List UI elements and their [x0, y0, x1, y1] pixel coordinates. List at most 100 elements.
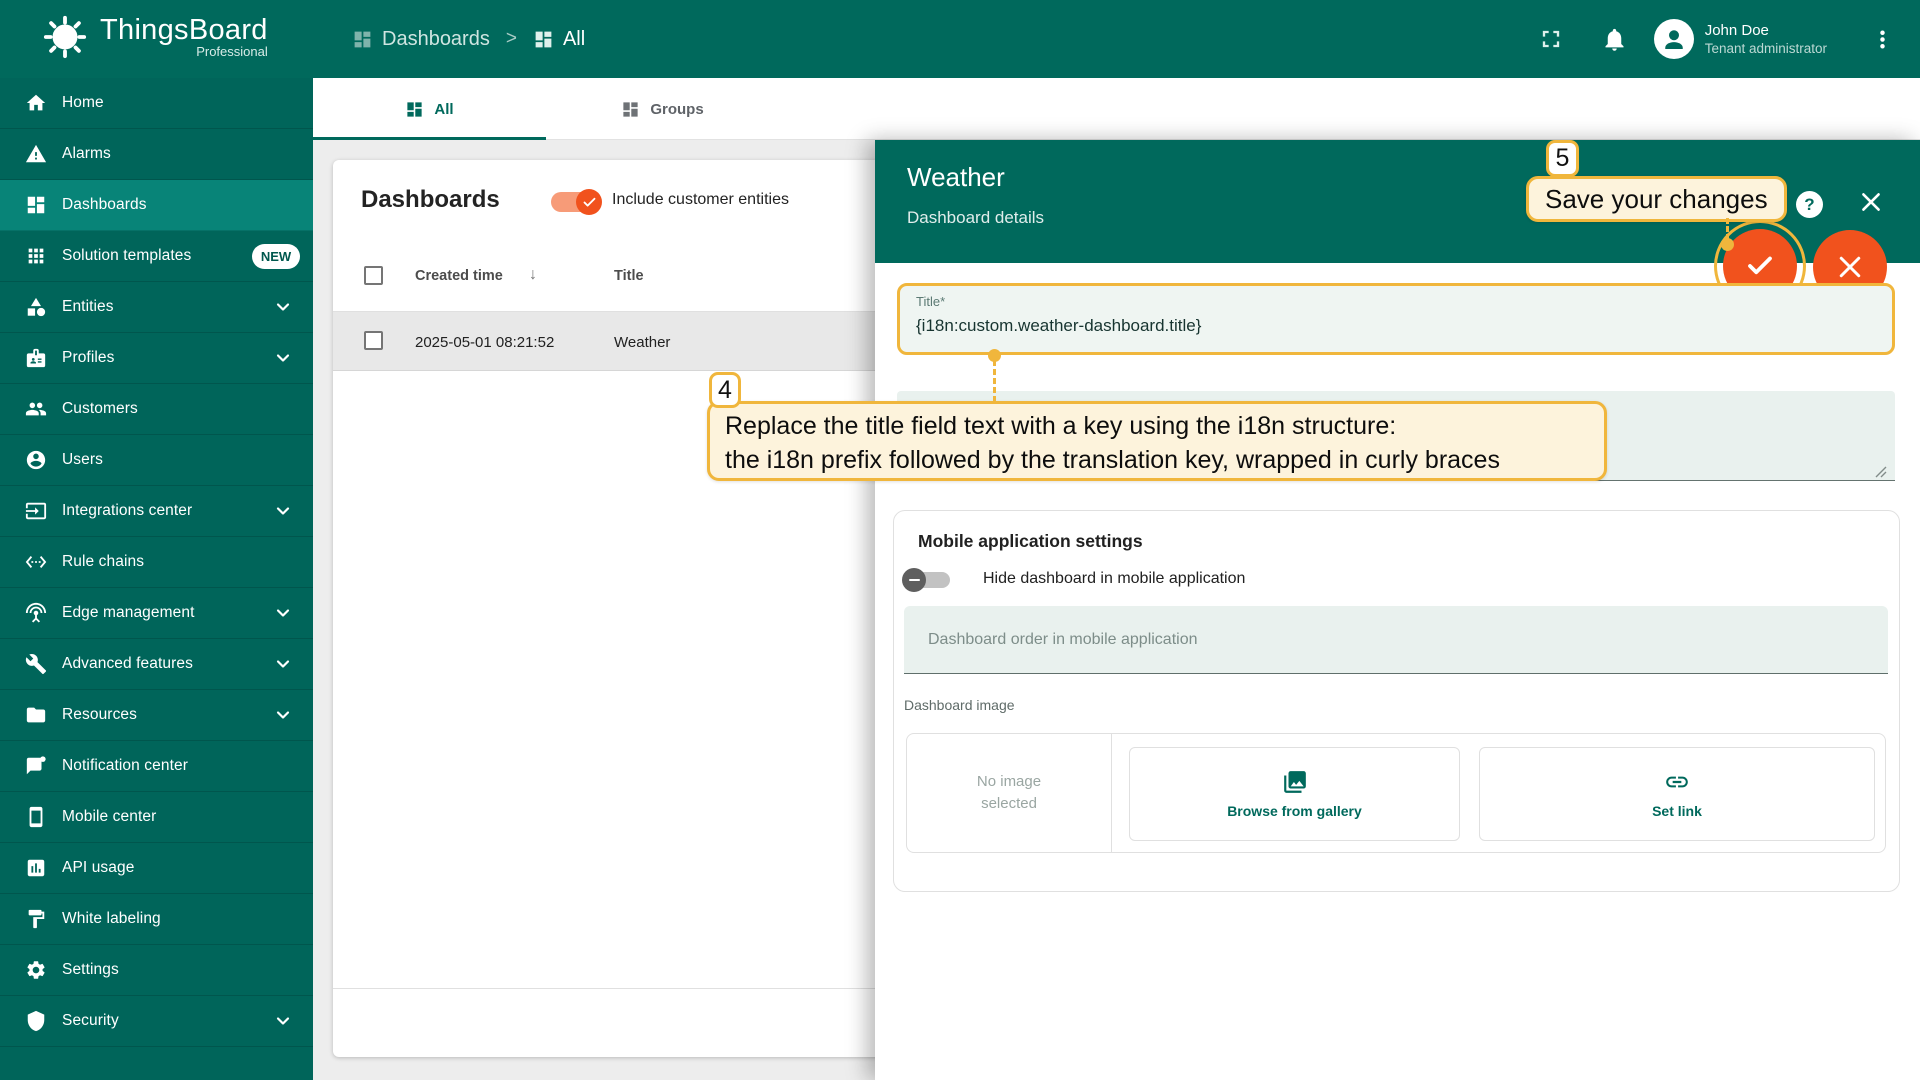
tab-groups[interactable]: Groups	[546, 78, 779, 140]
sidebar-item-label: Resources	[62, 706, 137, 724]
close-icon[interactable]	[1858, 189, 1884, 215]
sidebar: Home Alarms Dashboards Solution template…	[0, 78, 313, 1080]
include-toggle-label: Include customer entities	[612, 191, 789, 209]
shield-icon	[25, 1010, 47, 1032]
warning-icon	[25, 143, 47, 165]
sidebar-item-label: Notification center	[62, 757, 188, 775]
sidebar-item-label: Customers	[62, 400, 138, 418]
sidebar-item-label: Alarms	[62, 145, 111, 163]
chevron-down-icon	[273, 705, 293, 725]
dashboard-details-drawer: Weather Dashboard details ? Title* Mobil…	[875, 140, 1920, 1080]
sort-desc-arrow-icon[interactable]: ↓	[529, 266, 537, 284]
sidebar-item-label: API usage	[62, 859, 134, 877]
app-header: ThingsBoard Professional Dashboards > Al…	[0, 0, 1920, 78]
tab-all[interactable]: All	[313, 78, 546, 140]
step-5-connector-line	[1726, 218, 1729, 240]
sidebar-item-entities[interactable]: Entities	[0, 282, 313, 333]
shapes-icon	[25, 296, 47, 318]
dashboard-image-picker: No image selected Browse from gallery Se…	[906, 733, 1886, 853]
browse-from-gallery-button[interactable]: Browse from gallery	[1129, 747, 1460, 841]
active-tab-underline	[313, 137, 546, 140]
sidebar-item-api-usage[interactable]: API usage	[0, 843, 313, 894]
sidebar-item-security[interactable]: Security	[0, 996, 313, 1047]
breadcrumb-dashboards[interactable]: Dashboards	[352, 28, 490, 51]
sidebar-item-label: Advanced features	[62, 655, 193, 673]
smartphone-icon	[25, 806, 47, 828]
fullscreen-icon[interactable]	[1537, 25, 1565, 53]
sidebar-item-notification-center[interactable]: Notification center	[0, 741, 313, 792]
step-4-connector-line	[993, 360, 996, 402]
sidebar-item-profiles[interactable]: Profiles	[0, 333, 313, 384]
notifications-bell-icon[interactable]	[1601, 26, 1628, 53]
chevron-down-icon	[273, 603, 293, 623]
title-field: Title*	[897, 283, 1895, 355]
cell-title: Weather	[614, 334, 670, 351]
folder-icon	[25, 704, 47, 726]
dashboard-icon	[352, 29, 373, 50]
sidebar-item-settings[interactable]: Settings	[0, 945, 313, 996]
select-all-checkbox[interactable]	[364, 266, 383, 285]
user-info[interactable]: John Doe Tenant administrator	[1705, 21, 1827, 58]
paint-roller-icon	[25, 908, 47, 930]
sidebar-item-alarms[interactable]: Alarms	[0, 129, 313, 180]
no-image-text: No image selected	[959, 771, 1059, 815]
sidebar-item-white-labeling[interactable]: White labeling	[0, 894, 313, 945]
app-logo[interactable]: ThingsBoard Professional	[42, 14, 268, 60]
sidebar-item-dashboards[interactable]: Dashboards	[0, 180, 313, 231]
sidebar-item-integrations-center[interactable]: Integrations center	[0, 486, 313, 537]
dashboard-title-input[interactable]	[916, 316, 1866, 336]
sidebar-item-label: Security	[62, 1012, 119, 1030]
help-icon[interactable]: ?	[1796, 191, 1823, 218]
tools-icon	[25, 653, 47, 675]
sidebar-item-label: Profiles	[62, 349, 114, 367]
sidebar-item-solution-templates[interactable]: Solution templates NEW	[0, 231, 313, 282]
sidebar-item-advanced-features[interactable]: Advanced features	[0, 639, 313, 690]
chevron-down-icon	[273, 348, 293, 368]
chevron-down-icon	[273, 501, 293, 521]
sidebar-item-mobile-center[interactable]: Mobile center	[0, 792, 313, 843]
column-header-created-time[interactable]: Created time	[415, 268, 503, 284]
sidebar-item-rule-chains[interactable]: Rule chains	[0, 537, 313, 588]
include-toggle-knob[interactable]	[576, 189, 602, 215]
gallery-icon	[1282, 769, 1308, 795]
drawer-subtitle: Dashboard details	[907, 208, 1044, 228]
sidebar-item-label: Integrations center	[62, 502, 192, 520]
tab-label: Groups	[650, 101, 703, 118]
person-circle-icon	[25, 449, 47, 471]
breadcrumb-label: Dashboards	[382, 28, 490, 51]
hide-toggle-knob[interactable]	[902, 568, 926, 592]
set-link-button[interactable]: Set link	[1479, 747, 1875, 841]
breadcrumb: Dashboards > All	[352, 0, 585, 78]
mobile-order-input[interactable]	[904, 606, 1888, 674]
more-vert-icon[interactable]	[1869, 26, 1896, 53]
sidebar-item-customers[interactable]: Customers	[0, 384, 313, 435]
resize-handle-icon[interactable]	[1875, 466, 1887, 478]
thingsboard-logo-icon	[42, 14, 88, 60]
sidebar-item-home[interactable]: Home	[0, 78, 313, 129]
sidebar-item-edge-management[interactable]: Edge management	[0, 588, 313, 639]
row-checkbox[interactable]	[364, 331, 383, 350]
cell-created-time: 2025-05-01 08:21:52	[415, 334, 554, 351]
antenna-icon	[25, 602, 47, 624]
sidebar-item-label: Rule chains	[62, 553, 144, 571]
user-role: Tenant administrator	[1705, 40, 1827, 58]
dashboard-icon	[621, 100, 640, 119]
sidebar-item-resources[interactable]: Resources	[0, 690, 313, 741]
sidebar-item-users[interactable]: Users	[0, 435, 313, 486]
sidebar-item-label: Edge management	[62, 604, 194, 622]
chevron-down-icon	[273, 654, 293, 674]
sidebar-item-label: Solution templates	[62, 247, 191, 265]
id-badge-icon	[25, 347, 47, 369]
avatar[interactable]	[1654, 19, 1694, 59]
sidebar-item-label: Dashboards	[62, 196, 147, 214]
tab-label: All	[434, 101, 453, 118]
column-header-title[interactable]: Title	[614, 268, 644, 284]
people-icon	[25, 398, 47, 420]
table-title: Dashboards	[361, 186, 500, 214]
app-name: ThingsBoard	[100, 15, 268, 45]
link-icon	[1664, 769, 1690, 795]
browse-button-label: Browse from gallery	[1227, 803, 1362, 819]
mobile-application-settings-card: Mobile application settings Hide dashboa…	[893, 510, 1900, 892]
step-5-badge: 5	[1546, 140, 1579, 177]
step-4-text-line1: Replace the title field text with a key …	[725, 409, 1589, 443]
